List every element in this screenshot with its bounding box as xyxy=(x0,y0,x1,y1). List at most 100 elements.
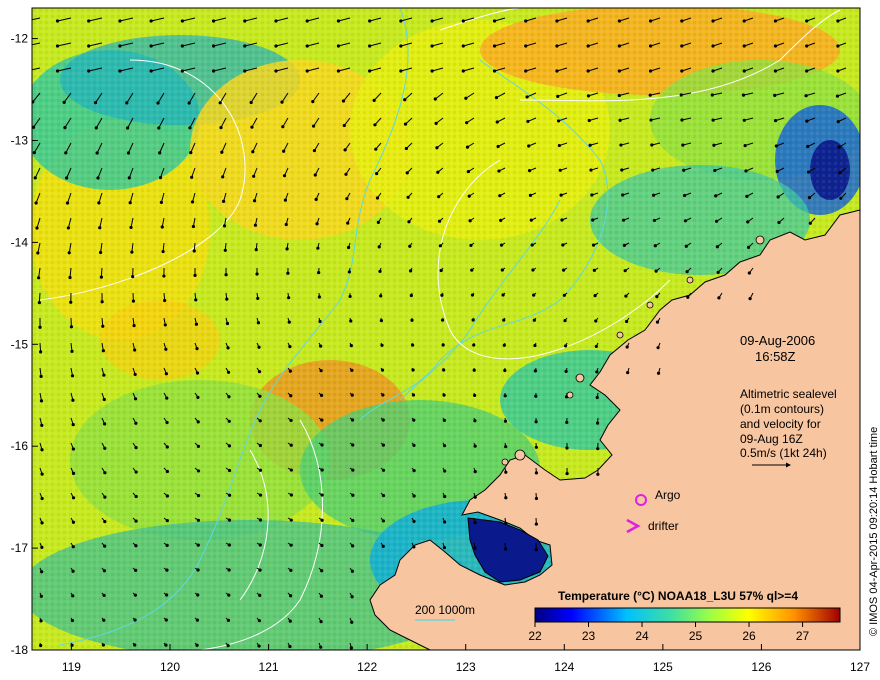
velocity-vector-head xyxy=(619,143,623,147)
velocity-vector-head xyxy=(350,418,355,422)
velocity-vector-head xyxy=(504,445,508,449)
velocity-vector-head xyxy=(221,175,225,179)
velocity-vector-head xyxy=(564,344,568,348)
velocity-vector-head xyxy=(257,345,261,349)
velocity-vector-head xyxy=(617,93,621,98)
velocity-vector-head xyxy=(748,296,752,301)
velocity-vector-head xyxy=(534,445,538,449)
velocity-vector-head xyxy=(594,319,598,323)
colorbar-tick-label: 25 xyxy=(689,629,703,643)
velocity-vector-head xyxy=(39,594,43,598)
velocity-vector-head xyxy=(71,520,76,524)
velocity-vector-head xyxy=(98,250,103,255)
velocity-vector-head xyxy=(287,296,291,300)
desc-line-2: (0.1m contours) xyxy=(740,402,824,416)
velocity-vector-head xyxy=(55,69,60,73)
velocity-vector-head xyxy=(320,569,324,573)
velocity-vector-head xyxy=(133,348,137,352)
velocity-vector-head xyxy=(227,568,231,572)
velocity-vector-head xyxy=(70,374,75,378)
velocity-vector-head xyxy=(624,319,629,324)
credit-text: © IMOS 04-Apr-2015 09:20:14 Hobart time xyxy=(868,427,880,636)
velocity-vector-head xyxy=(620,168,624,172)
velocity-vector-head xyxy=(320,543,324,548)
velocity-vector-head xyxy=(134,544,138,548)
velocity-vector-head xyxy=(742,118,746,122)
velocity-vector-head xyxy=(773,69,778,73)
velocity-vector-head xyxy=(280,100,284,104)
velocity-vector-head xyxy=(227,518,232,522)
velocity-vector-head xyxy=(305,19,309,23)
velocity-vector-head xyxy=(368,19,372,23)
velocity-vector-head xyxy=(180,44,184,48)
velocity-vector-head xyxy=(133,397,138,401)
velocity-vector-head xyxy=(591,218,595,222)
velocity-vector-head xyxy=(133,593,138,597)
velocity-vector-head xyxy=(65,176,69,180)
velocity-vector-head xyxy=(555,44,559,48)
velocity-vector-head xyxy=(257,644,261,648)
velocity-vector-head xyxy=(399,69,403,73)
velocity-vector-head xyxy=(180,19,184,23)
velocity-vector-head xyxy=(257,619,262,623)
velocity-vector-head xyxy=(40,521,44,525)
velocity-vector-head xyxy=(469,243,473,248)
velocity-vector-head xyxy=(534,548,538,552)
velocity-vector-head xyxy=(504,470,508,474)
velocity-vector-head xyxy=(805,69,809,73)
velocity-vector-head xyxy=(379,294,383,298)
velocity-vector-head xyxy=(617,44,621,48)
velocity-vector-head xyxy=(98,226,102,230)
velocity-vector-head xyxy=(252,199,257,203)
velocity-vector-head xyxy=(744,169,748,173)
velocity-vector-head xyxy=(134,470,138,474)
velocity-vector-head xyxy=(439,268,443,273)
velocity-vector-head xyxy=(67,251,71,255)
velocity-vector-head xyxy=(349,344,353,348)
velocity-vector-head xyxy=(442,393,446,397)
velocity-vector-head xyxy=(467,194,471,198)
velocity-vector-head xyxy=(149,44,153,48)
velocity-vector-head xyxy=(71,423,75,427)
velocity-vector-head xyxy=(258,419,262,423)
lat-tick-label: -18 xyxy=(11,643,29,657)
colorbar-tick-label: 27 xyxy=(796,629,810,643)
colorbar-title: Temperature (°C) NOAA18_L3U 57% ql>=4 xyxy=(558,589,798,603)
velocity-vector-head xyxy=(412,545,416,549)
velocity-vector-head xyxy=(69,300,73,304)
velocity-vector-head xyxy=(534,420,538,424)
velocity-vector-head xyxy=(381,468,386,472)
velocity-vector-head xyxy=(258,493,263,497)
velocity-vector-head xyxy=(71,594,75,598)
velocity-vector-head xyxy=(680,69,684,73)
velocity-vector-head xyxy=(227,419,231,423)
velocity-vector-head xyxy=(714,194,718,198)
velocity-vector-head xyxy=(777,220,781,225)
velocity-vector-head xyxy=(495,120,499,124)
velocity-vector-head xyxy=(193,273,197,278)
velocity-vector-head xyxy=(411,368,415,372)
velocity-vector-head xyxy=(243,44,247,48)
desc-line-3: and velocity for xyxy=(740,417,821,431)
velocity-vector-head xyxy=(192,249,196,253)
velocity-vector-head xyxy=(684,244,688,248)
velocity-vector-head xyxy=(502,318,506,322)
velocity-vector-head xyxy=(190,175,194,179)
velocity-vector-head xyxy=(773,93,777,97)
velocity-vector-head xyxy=(40,570,44,574)
velocity-vector-head xyxy=(289,443,293,447)
velocity-vector-head xyxy=(534,496,539,501)
velocity-vector-head xyxy=(118,69,122,73)
time-label: 16:58Z xyxy=(755,349,796,364)
velocity-vector-head xyxy=(312,148,317,153)
velocity-vector-head xyxy=(378,269,382,273)
velocity-vector-head xyxy=(404,146,408,151)
velocity-vector-head xyxy=(218,101,222,105)
velocity-vector-head xyxy=(565,420,569,424)
velocity-vector-head xyxy=(320,518,324,522)
velocity-vector-head xyxy=(196,420,200,424)
velocity-vector-head xyxy=(70,618,75,623)
velocity-vector-head xyxy=(319,620,323,624)
velocity-vector-head xyxy=(746,220,750,224)
velocity-vector-head xyxy=(126,126,130,130)
